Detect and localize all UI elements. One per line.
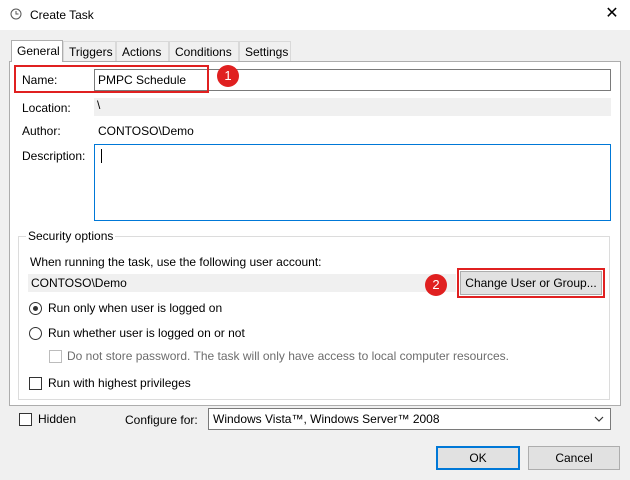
radio-logged-on-label: Run only when user is logged on [48,301,223,315]
chevron-down-icon [594,416,604,422]
annotation-badge-2: 2 [425,274,447,296]
cancel-label: Cancel [555,451,593,465]
ok-button[interactable]: OK [436,446,520,470]
highlight-name [14,65,209,93]
configure-for-label: Configure for: [125,413,198,427]
location-value: \ [94,98,611,116]
text-caret [101,149,102,163]
location-text: \ [97,98,101,112]
tab-label: Settings [245,45,289,59]
tab-general[interactable]: General [11,40,63,62]
tab-triggers[interactable]: Triggers [63,41,116,61]
location-label: Location: [22,101,71,115]
configure-for-select[interactable]: Windows Vista™, Windows Server™ 2008 [208,408,611,430]
cancel-button[interactable]: Cancel [528,446,620,470]
security-options-legend: Security options [26,229,116,243]
account-value: CONTOSO\Demo [31,276,127,290]
checkbox-hidden[interactable] [19,413,32,426]
checkbox-highest-privileges[interactable] [29,377,42,390]
highlight-change-user [457,268,605,298]
author-label: Author: [22,124,61,138]
radio-whether-logged-on[interactable] [29,327,42,340]
hidden-label: Hidden [38,412,77,426]
clock-icon [10,8,22,20]
window-title: Create Task [30,8,94,22]
title-bar: Create Task ✕ [0,0,630,30]
author-value: CONTOSO\Demo [98,124,194,138]
account-field: CONTOSO\Demo [28,274,456,292]
tab-label: Conditions [175,45,232,59]
radio-logged-on[interactable] [29,302,42,315]
tab-conditions[interactable]: Conditions [169,41,239,61]
close-icon[interactable]: ✕ [603,5,621,23]
account-prompt: When running the task, use the following… [30,255,322,269]
tab-settings[interactable]: Settings [239,41,291,61]
tab-label: General [17,44,60,58]
tab-label: Actions [122,45,162,59]
configure-for-value: Windows Vista™, Windows Server™ 2008 [213,412,440,426]
description-input[interactable] [94,144,611,221]
ok-label: OK [469,451,487,465]
no-store-password-label: Do not store password. The task will onl… [67,349,509,363]
description-label: Description: [22,149,86,163]
tab-label: Triggers [69,45,113,59]
annotation-badge-1: 1 [217,65,239,87]
radio-whether-label: Run whether user is logged on or not [48,326,245,340]
checkbox-no-store-password[interactable] [49,350,62,363]
highest-privileges-label: Run with highest privileges [48,376,191,390]
tab-actions[interactable]: Actions [116,41,169,61]
